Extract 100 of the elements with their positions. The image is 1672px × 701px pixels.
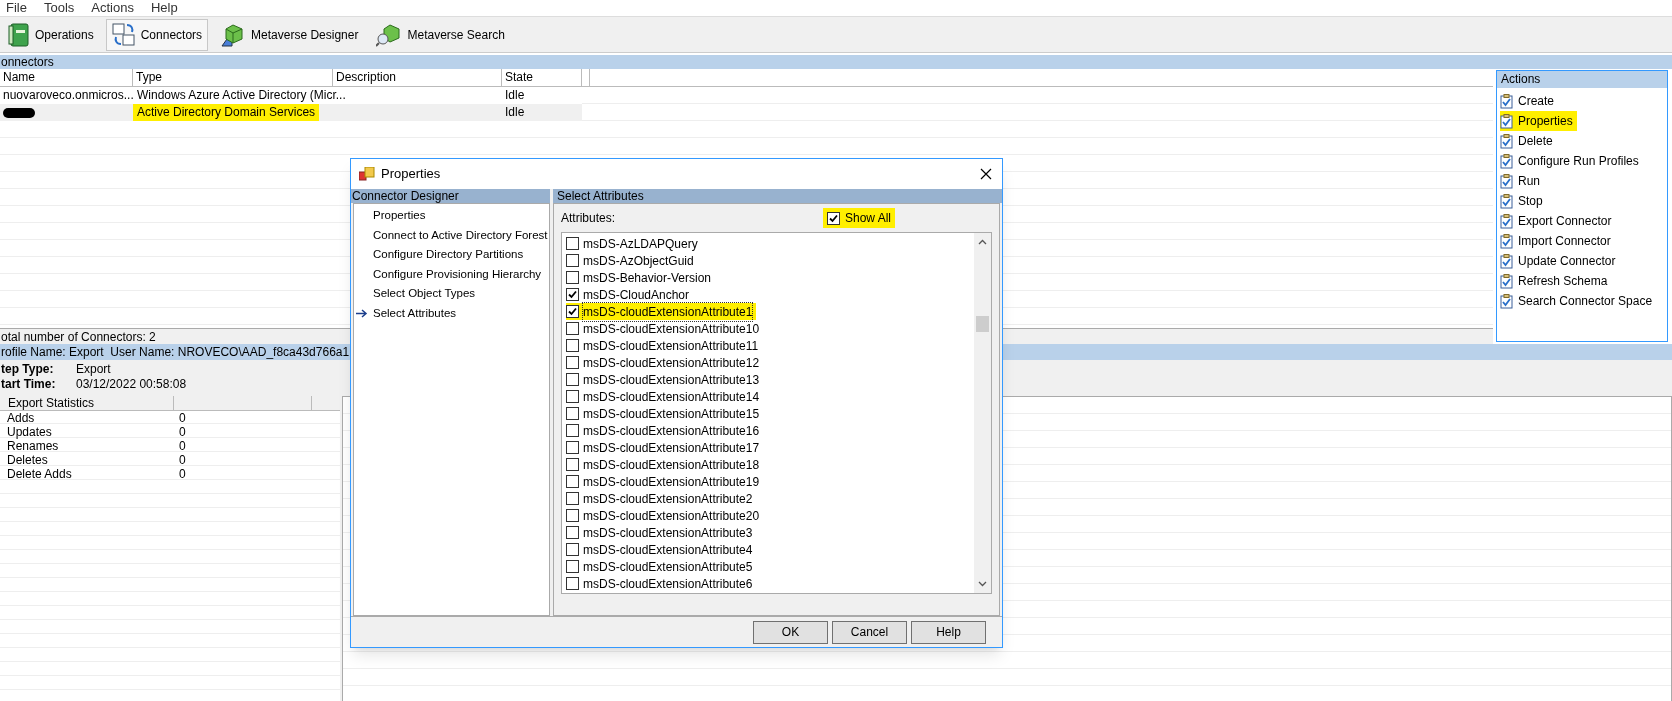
window-icon	[359, 167, 375, 181]
list-item[interactable]: msDS-cloudExtensionAttribute3	[583, 523, 753, 542]
table-cell: 0	[179, 439, 186, 453]
clipboard-check-icon	[1500, 193, 1513, 209]
action-item[interactable]: Export Connector	[1500, 211, 1616, 231]
column-header[interactable]: State	[502, 69, 582, 86]
clipboard-check-icon	[1500, 253, 1513, 269]
action-item[interactable]: Import Connector	[1500, 231, 1615, 251]
checkbox[interactable]	[566, 305, 579, 318]
checkbox[interactable]	[566, 237, 579, 250]
checkbox[interactable]	[566, 339, 579, 352]
dialog-button[interactable]: Help	[911, 620, 986, 644]
checkbox[interactable]	[566, 492, 579, 505]
list-item[interactable]: msDS-CloudAnchor	[583, 285, 690, 304]
table-cell: Idle	[505, 105, 525, 119]
clipboard-check-icon	[1500, 153, 1513, 169]
wizard-step[interactable]: Configure Directory Partitions	[373, 246, 524, 264]
checkbox[interactable]	[566, 254, 579, 267]
checkbox[interactable]	[566, 526, 579, 539]
wizard-step[interactable]: Select Object Types	[373, 285, 476, 303]
list-item[interactable]: msDS-cloudExtensionAttribute16	[583, 421, 760, 440]
list-item[interactable]: msDS-cloudExtensionAttribute6	[583, 574, 753, 593]
table-cell: 0	[179, 425, 186, 439]
action-item[interactable]: Run	[1500, 171, 1544, 191]
list-item[interactable]: msDS-cloudExtensionAttribute20	[583, 506, 760, 525]
menu-item[interactable]: Help	[150, 0, 178, 18]
list-item[interactable]: msDS-AzLDAPQuery	[583, 234, 698, 253]
checkbox[interactable]	[566, 271, 579, 284]
wizard-step[interactable]: Select Attributes	[373, 304, 457, 322]
list-item[interactable]: msDS-cloudExtensionAttribute19	[583, 472, 760, 491]
wizard-step[interactable]: Connect to Active Directory Forest	[373, 226, 548, 244]
checkbox-label[interactable]: Show All	[845, 209, 892, 227]
scroll-thumb[interactable]	[976, 316, 989, 332]
checkbox[interactable]	[566, 288, 579, 301]
toolbar-button[interactable]: Metaverse Search	[370, 18, 511, 51]
checkbox[interactable]	[566, 373, 579, 386]
list-item[interactable]: msDS-cloudExtensionAttribute13	[583, 370, 760, 389]
checkbox[interactable]	[566, 424, 579, 437]
list-item[interactable]: msDS-cloudExtensionAttribute14	[583, 387, 760, 406]
dialog-title: Properties	[381, 165, 442, 184]
checkbox[interactable]	[566, 560, 579, 573]
wizard-step[interactable]: Properties	[373, 207, 426, 225]
list-item[interactable]: msDS-cloudExtensionAttribute4	[583, 540, 753, 559]
panel-title: Connector Designer	[351, 189, 550, 203]
connectors-icon	[111, 21, 136, 48]
toolbar-button[interactable]: Connectors	[105, 18, 209, 51]
checkbox[interactable]	[827, 211, 840, 225]
menu-item[interactable]: Actions	[91, 0, 134, 18]
list-item[interactable]: msDS-AzObjectGuid	[583, 251, 694, 270]
checkbox[interactable]	[566, 322, 579, 335]
toolbar-button[interactable]: Metaverse Designer	[214, 18, 365, 51]
column-header[interactable]: Name	[0, 69, 133, 86]
table-cell: 0	[179, 453, 186, 467]
action-item[interactable]: Stop	[1500, 191, 1547, 211]
wizard-step[interactable]: Configure Provisioning Hierarchy	[373, 265, 542, 283]
dialog-button[interactable]: Cancel	[832, 620, 907, 644]
close-icon[interactable]	[980, 168, 992, 180]
action-item[interactable]: Refresh Schema	[1500, 271, 1612, 291]
list-item[interactable]: msDS-cloudExtensionAttribute17	[583, 438, 760, 457]
clipboard-check-icon	[1500, 113, 1513, 129]
list-item[interactable]: msDS-cloudExtensionAttribute5	[583, 557, 753, 576]
field-value: 03/12/2022 00:58:08	[76, 377, 187, 392]
column-header[interactable]: Description	[333, 69, 502, 86]
dialog-button[interactable]: OK	[753, 620, 828, 644]
list-item[interactable]: msDS-Behavior-Version	[583, 268, 712, 287]
scrollbar[interactable]	[974, 233, 991, 593]
panel-title: Actions	[1497, 71, 1667, 88]
checkbox[interactable]	[566, 509, 579, 522]
checkbox[interactable]	[566, 458, 579, 471]
clipboard-check-icon	[1500, 173, 1513, 189]
selected-row[interactable]: Active Directory Domain Services Idle	[0, 104, 582, 121]
checkbox[interactable]	[566, 543, 579, 556]
action-item[interactable]: Properties	[1500, 111, 1577, 131]
menu-item[interactable]: Tools	[43, 0, 75, 18]
checkbox[interactable]	[566, 577, 579, 590]
action-item[interactable]: Search Connector Space	[1500, 291, 1657, 311]
attributes-label: Attributes:	[561, 210, 617, 227]
action-item[interactable]: Delete	[1500, 131, 1557, 151]
table-cell: Deletes	[7, 453, 48, 467]
column-header[interactable]: Type	[133, 69, 333, 86]
scroll-down-icon[interactable]	[978, 581, 987, 587]
book-icon	[8, 21, 30, 48]
list-item[interactable]: msDS-cloudExtensionAttribute15	[583, 404, 760, 423]
action-item[interactable]: Configure Run Profiles	[1500, 151, 1643, 171]
menu-item[interactable]: File	[6, 0, 27, 18]
checkbox[interactable]	[566, 441, 579, 454]
checkbox[interactable]	[566, 475, 579, 488]
checkbox[interactable]	[566, 407, 579, 420]
field-value: Export	[76, 362, 111, 377]
table-cell: Active Directory Domain Services	[133, 104, 320, 121]
action-item[interactable]: Update Connector	[1500, 251, 1620, 271]
checkbox[interactable]	[566, 356, 579, 369]
list-item[interactable]: msDS-cloudExtensionAttribute1	[583, 302, 753, 321]
toolbar-button[interactable]: Operations	[2, 18, 100, 51]
panel-title: Select Attributes	[553, 189, 1002, 203]
checkbox[interactable]	[566, 390, 579, 403]
list-item[interactable]: msDS-cloudExtensionAttribute2	[583, 489, 753, 508]
action-item[interactable]: Create	[1500, 91, 1559, 111]
list-item[interactable]: msDS-cloudExtensionAttribute18	[583, 455, 760, 474]
scroll-up-icon[interactable]	[978, 239, 987, 245]
